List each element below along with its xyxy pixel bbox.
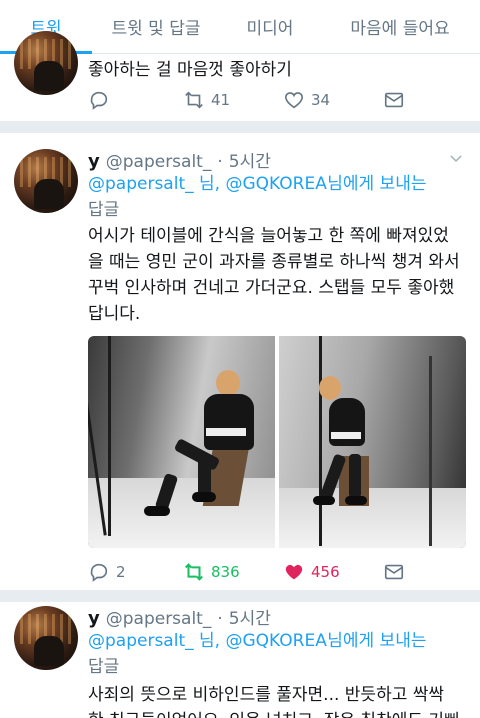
retweet-icon [185,91,203,109]
username[interactable]: @papersalt_ [106,152,212,172]
tweet-actions: 41 34 [88,88,428,112]
tweet-header: y @papersalt_ · 5시간 [88,604,271,629]
tweet[interactable]: y @papersalt_ · 5시간 @papersalt_ 님, @GQKO… [0,602,480,718]
reply-context: @papersalt_ 님, @GQKOREA 님에게 보내는 답글 [88,171,458,223]
tweet-text: 어시가 테이블에 간식을 늘어놓고 한 쪽에 빠져있었 을 때는 영민 군이 과… [88,223,468,327]
tweet-text-line: 한 친구들이었어요. 인용 넘치고, 작은 칭찬에도 기뻐 [88,708,468,718]
chevron-down-icon[interactable] [450,153,462,165]
avatar[interactable] [14,149,78,213]
tab-media-label: 미디어 [246,19,294,39]
heart-icon [285,564,303,580]
tweet-text-line: 어시가 테이블에 간식을 늘어놓고 한 쪽에 빠져있었 [88,226,449,246]
reply-mid-text: 님, [199,631,226,651]
avatar[interactable] [14,606,78,670]
mention-link[interactable]: @GQKOREA [225,631,326,651]
tab-media[interactable]: 미디어 [220,0,320,53]
like-button[interactable]: 456 [283,561,383,583]
reply-button[interactable] [88,89,183,111]
like-button[interactable]: 34 [283,89,383,111]
tweet-separator [0,590,480,602]
tweet-actions: 2 836 456 [88,560,428,584]
username[interactable]: @papersalt_ [106,609,212,629]
tweet-photo[interactable] [279,336,466,548]
retweet-count: 836 [211,563,240,581]
reply-icon [90,563,108,582]
tweet-text: 사죄의 뜻으로 비하인드를 풀자면... 반듯하고 싹싹 한 친구들이었어요. … [88,682,468,718]
timestamp[interactable]: 5시간 [229,147,271,172]
reply-suffix-2: 답글 [88,200,120,220]
tab-likes-label: 마음에 들어요 [350,19,450,39]
retweet-button[interactable]: 836 [183,561,283,583]
tweet-text-line: 사죄의 뜻으로 비하인드를 풀자면... 반듯하고 싹싹 [88,685,445,705]
direct-message-button[interactable] [383,561,405,583]
display-name[interactable]: y [88,608,100,629]
envelope-icon [384,564,404,580]
retweet-count: 41 [211,91,231,109]
tweet-text: 좋아하는 걸 마음껏 좋아하기 [88,60,292,80]
mention-link[interactable]: @GQKOREA [225,174,326,194]
retweet-button[interactable]: 41 [183,89,283,111]
avatar[interactable] [14,31,78,95]
like-count: 456 [311,563,340,581]
reply-count: 2 [116,563,126,581]
tweet-photo[interactable] [88,336,275,548]
retweet-icon [185,563,203,581]
tweet-text-line: 답니다. [88,304,141,324]
reply-suffix-2: 답글 [88,657,120,677]
tweet-media [88,336,466,548]
envelope-icon [384,92,404,108]
timestamp[interactable]: 5시간 [229,604,271,629]
display-name[interactable]: y [88,151,100,172]
heart-icon [284,92,304,109]
mention-link[interactable]: @papersalt_ [88,631,194,651]
reply-icon [90,91,108,110]
tab-likes[interactable]: 마음에 들어요 [320,0,480,53]
tweet-previous[interactable]: 좋아하는 걸 마음껏 좋아하기 41 34 [0,31,480,120]
direct-message-button[interactable] [383,89,405,111]
mention-link[interactable]: @papersalt_ [88,174,194,194]
like-count: 34 [311,91,331,109]
reply-suffix-1: 님에게 보내는 [327,631,427,651]
tweet-text-line: 꾸벅 인사하며 건네고 가더군요. 스탭들 모두 좋아했 [88,278,455,298]
separator-dot: · [217,609,223,629]
reply-mid-text: 님, [199,174,226,194]
reply-suffix-1: 님에게 보내는 [327,174,427,194]
tweet-separator [0,121,480,133]
tab-tweets-and-replies-label: 트윗 및 답글 [111,19,201,39]
reply-button[interactable]: 2 [88,561,183,583]
tweet-header: y @papersalt_ · 5시간 [88,147,271,172]
separator-dot: · [217,152,223,172]
reply-context: @papersalt_ 님, @GQKOREA 님에게 보내는 답글 [88,628,458,680]
tweet-text-line: 을 때는 영민 군이 과자를 종류별로 하나씩 챙겨 와서 [88,252,460,272]
tab-tweets-and-replies[interactable]: 트윗 및 답글 [92,0,220,53]
